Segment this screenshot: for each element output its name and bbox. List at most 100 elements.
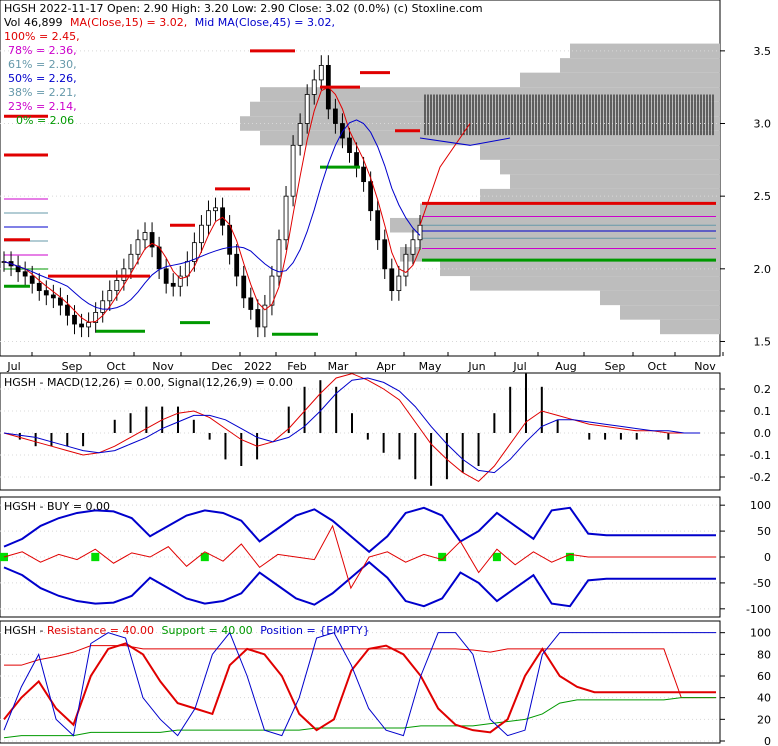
x-tick-label: Sep <box>62 360 83 373</box>
fib-label-50: 50% = 2.26, <box>8 72 77 85</box>
macd-y-tick-label: -0.1 <box>750 449 771 462</box>
volume-and-ma-line: Vol 46,899 MA(Close,15) = 3.02, Mid MA(C… <box>4 16 335 29</box>
rs-title: HGSH - Resistance = 40.00 Support = 40.0… <box>4 624 370 637</box>
candle-body <box>79 323 84 328</box>
candle-body <box>290 144 296 197</box>
macd-y-tick-label: 0.2 <box>754 383 772 396</box>
candle-body <box>29 275 35 284</box>
volume-profile-bar <box>420 203 720 218</box>
volume-profile-bar <box>420 232 720 248</box>
rs-y-tick-label: 80 <box>757 648 771 661</box>
ma45-label: Mid MA(Close,45) = 3.02, <box>195 16 335 29</box>
macd-y-axis: 0.2 0.1 0.0 -0.1 -0.2 <box>720 383 771 484</box>
volume-profile-bar <box>510 174 720 189</box>
candle-body <box>220 207 225 226</box>
buy-title: HGSH - BUY = 0.00 <box>4 500 110 513</box>
buy-y-tick-label: 100 <box>750 499 771 512</box>
candle-body <box>36 282 42 292</box>
candle-body <box>72 314 77 325</box>
fib-legend: 100% = 2.45, 78% = 2.36, 61% = 2.30, 50%… <box>4 30 80 127</box>
rs-y-tick-label: 60 <box>757 670 771 683</box>
candle-body <box>382 239 388 270</box>
buy-y-axis: 100 50 0 -50 -100 <box>720 499 771 616</box>
candle-body <box>396 275 402 292</box>
buy-y-tick-label: -100 <box>746 603 771 616</box>
buy-y-tick-label: 50 <box>757 525 771 538</box>
volume-profile-bar <box>260 130 720 146</box>
stock-chart-figure: Jul Sep Oct Nov Dec 2022 Feb Mar Apr May Jun Jul Aug… <box>0 0 771 746</box>
rs-y-tick-label: 0 <box>764 735 771 746</box>
price-y-tick-label: 2.0 <box>754 263 772 276</box>
buy-panel: 100 50 0 -50 -100 HGSH - BUY = 0.00 <box>0 496 771 618</box>
rs-y-tick-label: 20 <box>757 713 771 726</box>
candle-body <box>227 224 233 255</box>
volume-profile-bar <box>560 58 720 73</box>
x-tick-label: Aug <box>555 360 576 373</box>
candle-body <box>142 232 148 241</box>
buy-marker <box>0 552 8 562</box>
fib-label-0: 0% = 2.06 <box>16 114 74 127</box>
rs-title-position: Position = {EMPTY} <box>260 624 370 637</box>
candle-body <box>114 280 120 292</box>
price-y-tick-label: 2.5 <box>754 190 772 203</box>
price-panel: Jul Sep Oct Nov Dec 2022 Feb Mar Apr May Jun Jul Aug… <box>0 0 771 373</box>
x-tick-label: Jun <box>467 360 485 373</box>
x-tick-label: Nov <box>152 360 174 373</box>
candle-body <box>213 207 218 212</box>
candle-body <box>234 253 240 277</box>
buy-y-tick-label: 0 <box>764 551 771 564</box>
ma15-label: MA(Close,15) = 3.02, <box>70 16 187 29</box>
candle-body <box>347 137 352 153</box>
candle-body <box>100 300 106 313</box>
macd-panel: 0.2 0.1 0.0 -0.1 -0.2 HGSH - MACD(12,26) = 0… <box>0 372 771 491</box>
fib-label-100: 100% = 2.45, <box>4 30 80 43</box>
candle-body <box>248 297 254 310</box>
x-tick-label: Apr <box>376 360 396 373</box>
buy-marker <box>492 552 501 562</box>
candle-body <box>156 246 162 270</box>
macd-y-tick-label: 0.0 <box>754 427 772 440</box>
x-tick-label: 2022 <box>244 360 272 373</box>
x-tick-label: Dec <box>211 360 232 373</box>
fib-label-78: 78% = 2.36, <box>8 44 77 57</box>
rs-title-resistance: Resistance = 40.00 <box>47 624 154 637</box>
macd-title: HGSH - MACD(12,26) = 0.00, Signal(12,26,… <box>4 376 293 389</box>
rs-y-tick-label: 40 <box>757 692 771 705</box>
candle-body <box>241 275 247 299</box>
fib-label-61: 61% = 2.30, <box>8 58 77 71</box>
candle-body <box>283 195 289 241</box>
volume-profile-bar <box>660 319 720 335</box>
price-y-tick-label: 3.5 <box>754 45 772 58</box>
candle-body <box>184 261 190 277</box>
rs-title-prefix: HGSH - <box>4 624 47 637</box>
candle-body <box>318 64 324 81</box>
price-chart-title: HGSH 2022-11-17 Open: 2.90 High: 3.20 Lo… <box>4 2 483 15</box>
candle-body <box>375 210 381 241</box>
candle-body <box>297 123 303 146</box>
candle-body <box>170 282 176 287</box>
rs-title-support: Support = 40.00 <box>162 624 253 637</box>
x-tick-label: Mar <box>328 360 349 373</box>
candle-body <box>417 224 423 241</box>
candle-body <box>368 181 374 212</box>
volume-profile-bar <box>480 145 720 160</box>
candle-body <box>65 304 70 316</box>
candle-body <box>311 79 317 95</box>
candle-body <box>107 290 113 302</box>
fib-label-38: 38% = 2.21, <box>8 86 77 99</box>
price-y-tick-label: 1.5 <box>754 335 772 348</box>
candle-body <box>304 94 310 124</box>
buy-marker <box>91 552 100 562</box>
candle-body <box>206 210 211 226</box>
resistance-support-panel: 100 80 60 40 20 0 HGSH - Resistance = 40.00 S… <box>0 620 771 746</box>
candle-body <box>332 108 338 124</box>
x-tick-label: Feb <box>287 360 306 373</box>
x-tick-label: Oct <box>647 360 667 373</box>
x-tick-label: Jul <box>6 360 20 373</box>
volume-profile-bar <box>620 305 720 320</box>
candle-body <box>361 166 366 183</box>
candle-body <box>410 239 416 255</box>
volume-profile-bar <box>520 72 720 88</box>
candle-body <box>255 309 261 328</box>
candle-body <box>50 294 56 299</box>
